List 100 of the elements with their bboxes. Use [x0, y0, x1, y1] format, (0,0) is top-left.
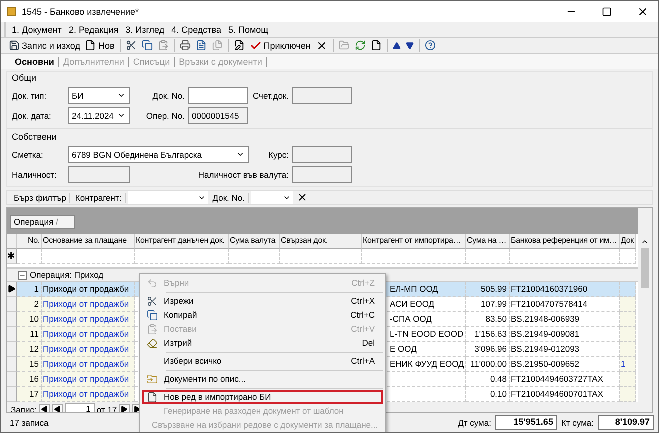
close-icon — [316, 40, 328, 52]
table-cell: Приходи от продажби — [42, 372, 135, 387]
field-label: Дт сума: — [458, 418, 492, 428]
table-cell — [229, 249, 280, 264]
menu-item[interactable]: Нов ред в импортирано БИ — [142, 390, 383, 404]
rate-field[interactable] — [292, 146, 352, 163]
column-header[interactable]: Сума валута — [229, 234, 280, 249]
document-icon — [146, 392, 158, 402]
collapse-toggle[interactable] — [18, 270, 27, 280]
filter-title: Бърз филтър — [11, 192, 70, 202]
account-dropdown[interactable]: 6789 BGN Обединена Българска — [68, 146, 249, 163]
account-doc-field[interactable] — [292, 87, 352, 104]
doc-no-field[interactable] — [188, 87, 248, 104]
close-icon — [296, 192, 308, 203]
field-label: Док. дата: — [12, 110, 52, 120]
menu-item[interactable]: Документи по опис... — [142, 372, 383, 386]
oper-no-field[interactable]: 0000001545 — [188, 107, 248, 124]
header-corner — [7, 234, 17, 249]
table-cell: Приходи от продажби — [42, 282, 135, 297]
chevron-icon — [117, 111, 126, 120]
documents-icon — [212, 40, 223, 51]
debit-sum-field[interactable]: 15'951.65 — [495, 415, 558, 430]
maximize-icon — [602, 6, 612, 16]
help-button[interactable] — [422, 38, 438, 53]
app-icon — [7, 7, 16, 16]
menu-item[interactable]: 5. Помощ — [228, 24, 269, 34]
balance-currency-field[interactable] — [292, 166, 352, 183]
table-cell: Приходи от продажби — [42, 342, 135, 357]
table-cell: 1 — [620, 357, 636, 372]
field-label: Док. No. — [210, 192, 249, 202]
copy-button[interactable] — [140, 38, 155, 53]
column-header[interactable]: Контрагент данъчен док. — [135, 234, 229, 249]
scissors-icon — [146, 296, 158, 306]
field-label: Сметка: — [12, 150, 44, 160]
field-label: Кт сума: — [561, 418, 594, 428]
table-cell: BS.21949-009081 — [510, 327, 620, 342]
table-cell — [620, 372, 636, 387]
previous-record-button[interactable] — [52, 404, 63, 412]
table-cell — [620, 297, 636, 312]
paste-icon — [158, 40, 169, 51]
vertical-scrollbar[interactable] — [638, 208, 652, 412]
credit-sum-field[interactable]: 8'109.97 — [598, 415, 654, 430]
field-label: Наличност във валута: — [197, 170, 290, 180]
column-header[interactable]: No. — [17, 234, 42, 249]
folder-icon — [338, 40, 350, 51]
table-cell: Приходи от продажби — [42, 387, 135, 402]
doc-type-dropdown[interactable]: БИ — [68, 87, 130, 104]
menu-item[interactable]: 4. Средства — [172, 24, 222, 34]
column-header[interactable]: Свързан док. — [280, 234, 362, 249]
table-cell: FT21004494600701TAX — [510, 387, 620, 402]
tab[interactable]: Основни — [11, 56, 60, 66]
field-label: Док. тип: — [12, 90, 48, 100]
table-cell: FT21004494603727TAX — [510, 372, 620, 387]
column-header[interactable]: Сума на … — [466, 234, 510, 249]
scissors-icon — [126, 40, 137, 51]
print-button[interactable] — [178, 38, 193, 53]
finish-button[interactable]: Приключен — [248, 38, 313, 53]
table-cell: 11 — [17, 327, 42, 342]
column-header[interactable]: Основание за плащане — [42, 234, 135, 249]
table-cell: 10 — [17, 312, 42, 327]
column-header[interactable]: Док — [620, 234, 636, 249]
up-arrow-icon — [392, 42, 401, 50]
table-cell: Приходи от продажби — [42, 327, 135, 342]
field-label: Курс: — [268, 150, 290, 160]
folder-icon — [146, 374, 158, 384]
table-cell — [620, 327, 636, 342]
table-cell: 11'000.00 — [466, 357, 510, 372]
record-count: 17 записа — [10, 418, 49, 428]
copy-icon — [142, 40, 153, 51]
balance-field[interactable] — [68, 166, 130, 183]
table-cell: 0.48 — [466, 372, 510, 387]
table-cell: FT21004707578414 — [510, 297, 620, 312]
table-cell: 16 — [17, 372, 42, 387]
table-cell: 15 — [17, 357, 42, 372]
table-cell: 107.99 — [466, 297, 510, 312]
table-cell — [620, 342, 636, 357]
menu-item[interactable]: 3. Изглед — [126, 24, 165, 34]
field-label: Контрагент: — [72, 192, 126, 202]
table-cell: BS.21949-012093 — [510, 342, 620, 357]
field-label: Док. No. — [152, 90, 186, 100]
menu-item[interactable]: 2. Редакция — [68, 24, 119, 34]
column-header[interactable]: Банкова референция от им… — [510, 234, 620, 249]
new-button[interactable]: Нов — [83, 38, 117, 53]
table-cell: 83.50 — [466, 312, 510, 327]
table-cell: BS.21950-009652 — [510, 357, 620, 372]
window-title: 1545 - Банково извлечение* — [22, 6, 140, 16]
group-by-chip[interactable]: Операция / — [10, 215, 76, 229]
close-icon — [637, 6, 649, 18]
first-record-button[interactable] — [38, 404, 50, 412]
menu-item[interactable]: 1. Документ — [12, 24, 62, 34]
table-cell: Приходи от продажби — [42, 312, 135, 327]
table-cell: FT21004160371960 — [510, 282, 620, 297]
table-cell — [17, 249, 42, 264]
scroll-thumb[interactable] — [641, 248, 649, 288]
next-record-button[interactable] — [119, 404, 130, 412]
record-field[interactable]: 1 — [64, 403, 95, 412]
doc-date-field[interactable]: 24.11.2024 — [68, 107, 130, 124]
save-exit-button[interactable]: Запис и изход — [7, 38, 82, 53]
column-header[interactable]: Контрагент от импортира… — [362, 234, 466, 249]
undo-icon — [146, 278, 158, 288]
